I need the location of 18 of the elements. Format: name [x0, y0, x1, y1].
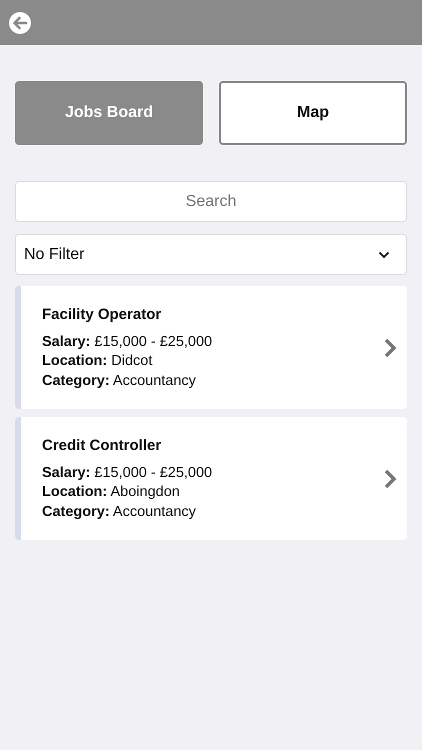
filter-dropdown[interactable]: No Filter [15, 234, 407, 275]
search-field[interactable]: Search [15, 181, 407, 222]
job-detail: Category: Accountancy [42, 372, 197, 390]
job-title: Facility Operator [42, 305, 162, 325]
job-detail: Category: Accountancy [42, 502, 197, 522]
job-card[interactable]: Credit Controller Salary: £15,000 - £25,000 Location: Aboingdon Category: Accountancy [15, 417, 407, 540]
filter-value: No Filter [24, 244, 84, 264]
tab[interactable]: Map [219, 81, 407, 145]
job-detail: Location: Aboingdon [42, 483, 181, 502]
job-title: Credit Controller [42, 436, 162, 456]
chevron-down-icon [378, 250, 390, 258]
back-icon[interactable] [8, 10, 32, 34]
job-detail: Salary: £15,000 - £25,000 [42, 332, 212, 352]
chevron-right-icon [383, 336, 397, 358]
job-detail: Salary: £15,000 - £25,000 [42, 464, 212, 482]
chevron-right-icon [383, 468, 397, 490]
job-card[interactable]: Facility Operator Salary: £15,000 - £25,000 Location: Didcot Category: Accountancy [15, 286, 407, 409]
job-detail: Location: Didcot [42, 352, 154, 371]
